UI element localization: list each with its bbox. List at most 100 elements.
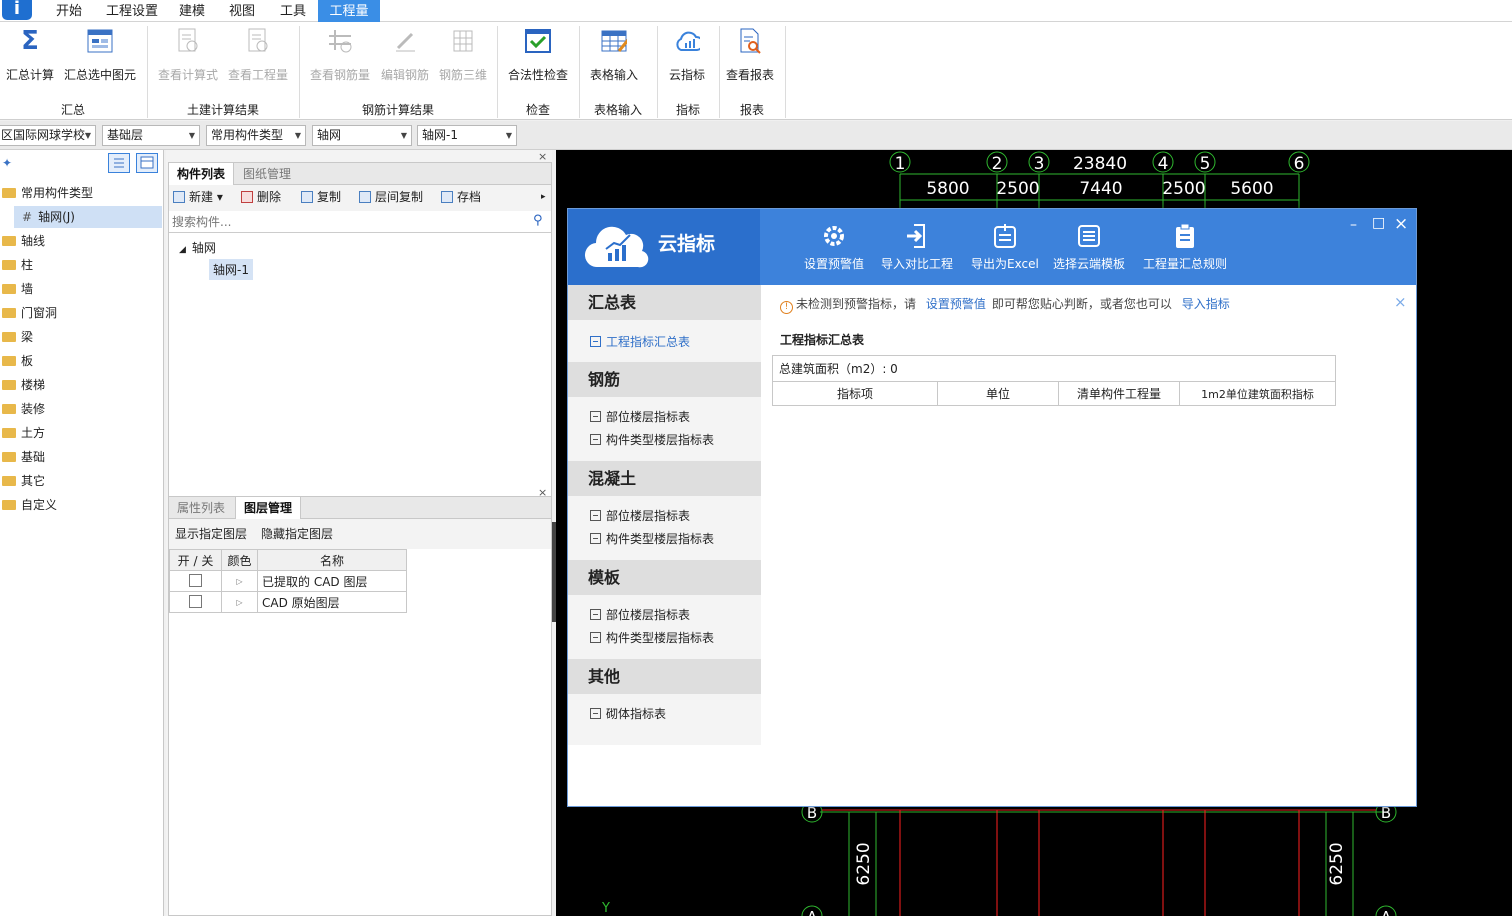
- delete-icon: [241, 191, 253, 203]
- close-icon[interactable]: ×: [1394, 214, 1408, 234]
- validity-check-button[interactable]: 合法性检查: [504, 28, 572, 83]
- rebar-3d-button[interactable]: 钢筋三维: [436, 28, 490, 83]
- set-warning-link[interactable]: 设置预警值: [926, 297, 986, 311]
- tree-item[interactable]: 门窗洞: [2, 302, 57, 324]
- dimension-label: 7440: [1079, 179, 1122, 199]
- sidebar-item-formwork-type[interactable]: 构件类型楼层指标表: [590, 629, 714, 646]
- grid-view-icon[interactable]: [136, 153, 158, 173]
- list-view-icon[interactable]: [108, 153, 130, 173]
- tree-item[interactable]: 装修: [2, 398, 45, 420]
- sidebar-item-rebar-type[interactable]: 构件类型楼层指标表: [590, 431, 714, 448]
- grid-hash-icon: #: [22, 210, 33, 224]
- instance-select[interactable]: 轴网-1 ▼: [417, 125, 517, 146]
- menu-tab-tools[interactable]: 工具: [272, 0, 314, 22]
- search-input[interactable]: ⚲: [169, 211, 551, 233]
- copy-button[interactable]: 复制: [301, 185, 341, 209]
- app-logo[interactable]: i: [2, 0, 32, 20]
- tree-root-common-types[interactable]: 常用构件类型: [2, 182, 93, 204]
- summary-calc-button[interactable]: Σ 汇总计算: [4, 26, 56, 83]
- tab-component-list[interactable]: 构件列表: [169, 163, 235, 185]
- expand-arrow-icon[interactable]: ▷: [221, 570, 258, 592]
- select-cloud-template-button[interactable]: 选择云端模板: [1053, 223, 1125, 272]
- expand-arrow-icon[interactable]: ▷: [221, 591, 258, 613]
- delete-button[interactable]: 删除: [241, 185, 281, 209]
- tree-item[interactable]: 基础: [2, 446, 45, 468]
- hide-layer-button[interactable]: 隐藏指定图层: [261, 522, 333, 546]
- archive-button[interactable]: 存档: [441, 185, 481, 209]
- tree-item[interactable]: 墙: [2, 278, 33, 300]
- sidebar-item-project-summary[interactable]: 工程指标汇总表: [590, 333, 690, 350]
- export-excel-button[interactable]: 导出为Excel: [971, 223, 1039, 272]
- section-formwork[interactable]: 模板: [568, 560, 761, 595]
- set-warning-button[interactable]: 设置预警值: [804, 223, 864, 272]
- tree-item[interactable]: 板: [2, 350, 33, 372]
- edit-rebar-button[interactable]: 编辑钢筋: [378, 28, 432, 83]
- tree-item[interactable]: 土方: [2, 422, 45, 444]
- menu-tab-project-settings[interactable]: 工程设置: [101, 0, 163, 22]
- tree-item-axis-grid[interactable]: # 轴网(J): [14, 206, 162, 228]
- dropdown-arrow-icon: ▼: [84, 131, 91, 140]
- maximize-icon[interactable]: □: [1372, 215, 1385, 231]
- summary-selected-button[interactable]: 汇总选中图元: [62, 28, 138, 83]
- layer-toolbar: 显示指定图层 隐藏指定图层: [169, 519, 551, 549]
- sidebar-item-concrete-floor[interactable]: 部位楼层指标表: [590, 507, 690, 524]
- menu-tab-modeling[interactable]: 建模: [171, 0, 213, 22]
- import-compare-button[interactable]: 导入对比工程: [881, 223, 953, 272]
- tree-item[interactable]: 其它: [2, 470, 45, 492]
- layer-checkbox[interactable]: [189, 595, 202, 608]
- tree-item[interactable]: 梁: [2, 326, 33, 348]
- sidebar-item-rebar-floor[interactable]: 部位楼层指标表: [590, 408, 690, 425]
- menu-tab-view[interactable]: 视图: [221, 0, 263, 22]
- summary-table: 总建筑面积（m2）: 0 指标项 单位 清单构件工程量 1m2单位建筑面积指标: [772, 355, 1336, 406]
- dialog-title: 云指标: [658, 233, 716, 255]
- summary-rules-button[interactable]: 工程量汇总规则: [1143, 223, 1227, 272]
- section-concrete[interactable]: 混凝土: [568, 461, 761, 496]
- copy-between-floors-button[interactable]: 层间复制: [359, 185, 423, 209]
- component-select[interactable]: 轴网 ▼: [312, 125, 412, 146]
- import-index-link[interactable]: 导入指标: [1182, 297, 1230, 311]
- menu-tab-start[interactable]: 开始: [48, 0, 90, 22]
- warning-notice: ! 未检测到预警指标，请 设置预警值 即可帮您贴心判断，或者您也可以 导入指标: [780, 295, 1230, 314]
- table-icon: [590, 533, 601, 544]
- tree-item[interactable]: 轴线: [2, 230, 45, 252]
- project-select[interactable]: 区国际网球学校 ▼: [0, 125, 96, 146]
- sidebar-item-formwork-floor[interactable]: 部位楼层指标表: [590, 606, 690, 623]
- table-icon: [590, 632, 601, 643]
- view-rebar-button[interactable]: 查看钢筋量: [306, 28, 374, 83]
- minimize-icon[interactable]: –: [1350, 217, 1357, 233]
- tab-drawing-management[interactable]: 图纸管理: [235, 163, 299, 185]
- tab-layer-management[interactable]: 图层管理: [235, 497, 302, 519]
- new-button[interactable]: 新建 ▾: [173, 185, 223, 209]
- table-row: ▷ 已提取的 CAD 图层: [169, 570, 407, 592]
- more-arrow-icon[interactable]: ▸: [541, 185, 546, 209]
- tree-node-axis-1[interactable]: 轴网-1: [209, 259, 253, 280]
- section-summary[interactable]: 汇总表: [568, 285, 761, 320]
- layer-checkbox[interactable]: [189, 574, 202, 587]
- axis-number: 6: [1294, 154, 1305, 174]
- menu-tab-quantities[interactable]: 工程量: [318, 0, 380, 22]
- table-title: 工程指标汇总表: [780, 333, 865, 347]
- sidebar-item-masonry[interactable]: 砌体指标表: [590, 705, 666, 722]
- floor-select[interactable]: 基础层 ▼: [102, 125, 200, 146]
- search-component-field[interactable]: [172, 213, 522, 230]
- tree-item[interactable]: 楼梯: [2, 374, 45, 396]
- sidebar-item-concrete-type[interactable]: 构件类型楼层指标表: [590, 530, 714, 547]
- view-quantity-button[interactable]: 查看工程量: [226, 28, 290, 83]
- table-input-button[interactable]: 表格输入: [586, 28, 642, 83]
- show-layer-button[interactable]: 显示指定图层: [175, 522, 247, 546]
- section-other[interactable]: 其他: [568, 659, 761, 694]
- expand-all-icon[interactable]: ✦: [2, 156, 12, 170]
- dismiss-notice-icon[interactable]: ×: [1394, 293, 1407, 311]
- tree-item[interactable]: 柱: [2, 254, 33, 276]
- group-check: 检查: [525, 103, 550, 117]
- tab-property-list[interactable]: 属性列表: [169, 497, 233, 519]
- tree-node-axis[interactable]: ◢ 轴网: [179, 239, 216, 256]
- search-icon[interactable]: ⚲: [533, 213, 543, 228]
- checkbox-icon: [525, 28, 551, 54]
- tree-item[interactable]: 自定义: [2, 494, 57, 516]
- view-report-button[interactable]: 查看报表: [722, 28, 778, 83]
- section-rebar[interactable]: 钢筋: [568, 362, 761, 397]
- view-formula-button[interactable]: 查看计算式: [156, 28, 220, 83]
- cloud-index-button[interactable]: 云指标: [662, 28, 712, 83]
- component-type-select[interactable]: 常用构件类型 ▼: [206, 125, 306, 146]
